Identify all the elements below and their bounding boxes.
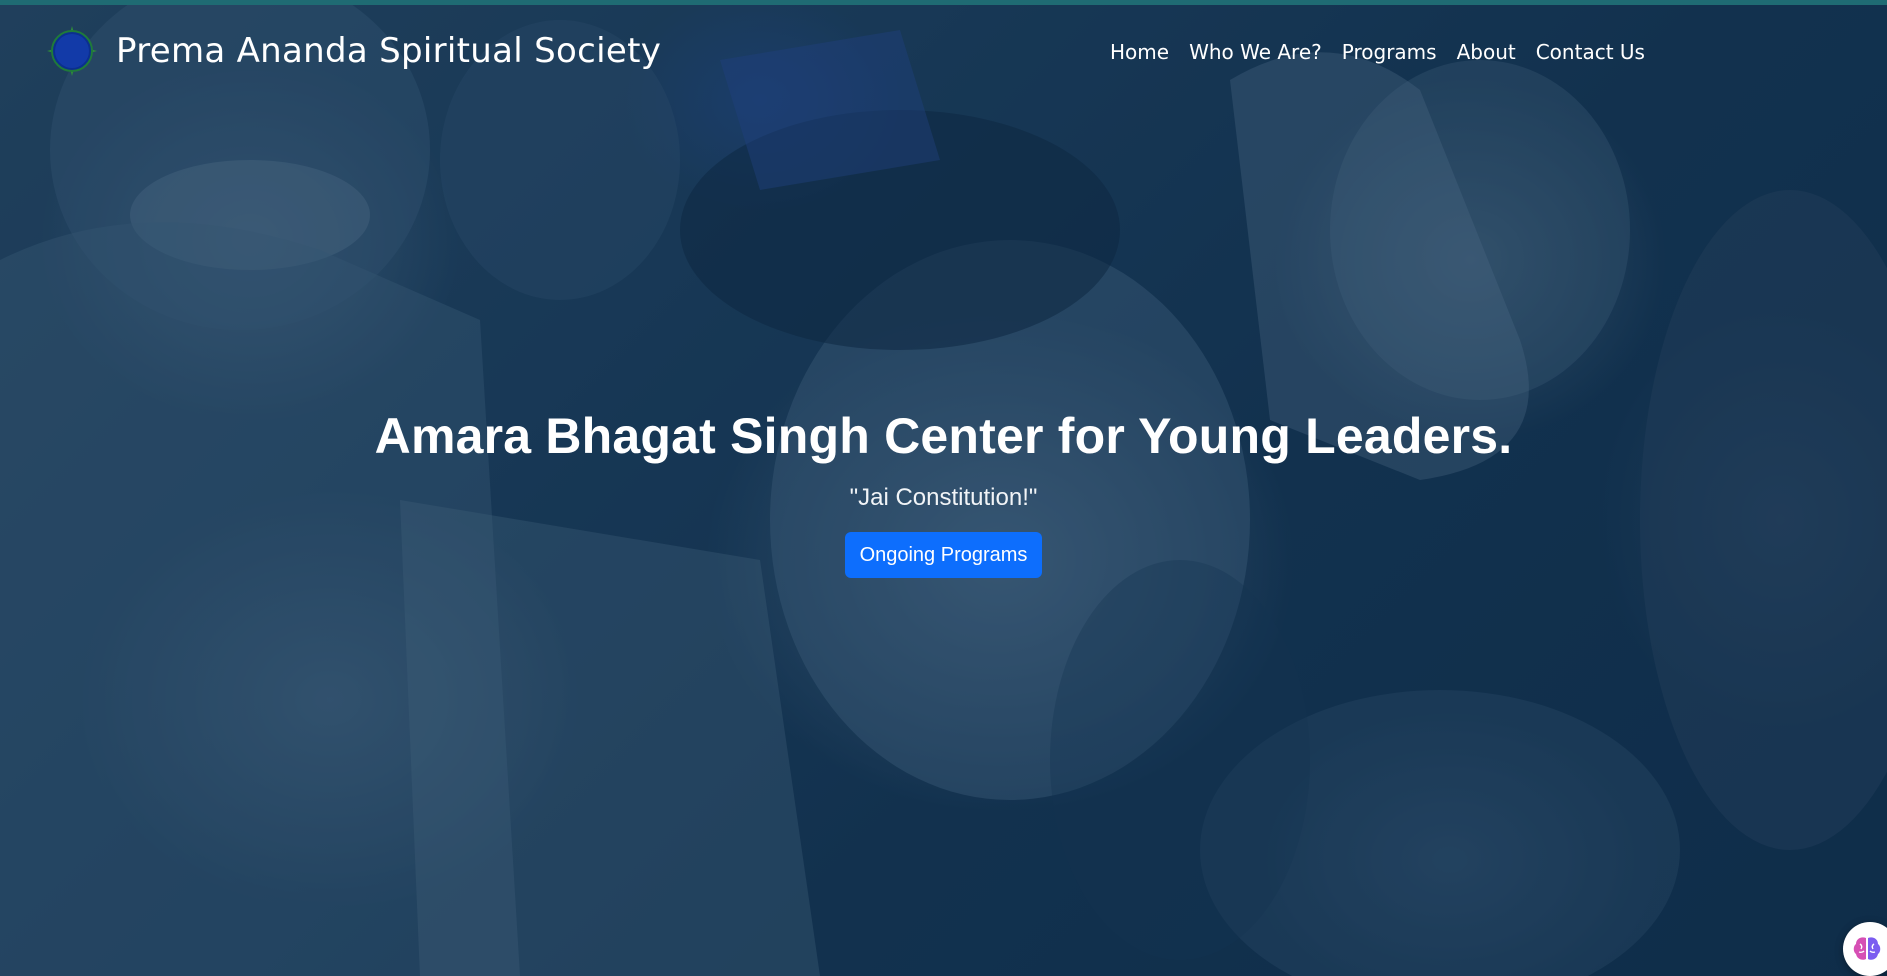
brain-icon xyxy=(1853,937,1881,960)
top-accent-strip xyxy=(0,0,1887,5)
nav-link-about[interactable]: About xyxy=(1447,40,1526,64)
hero-subtitle: "Jai Constitution!" xyxy=(849,484,1038,511)
brand-link[interactable]: Prema Ananda Spiritual Society xyxy=(44,23,661,79)
hero-section: Amara Bhagat Singh Center for Young Lead… xyxy=(0,0,1887,976)
ongoing-programs-button[interactable]: Ongoing Programs xyxy=(844,532,1043,578)
hero-title: Amara Bhagat Singh Center for Young Lead… xyxy=(374,408,1513,464)
nav-link-home[interactable]: Home xyxy=(1100,40,1179,64)
navbar: Prema Ananda Spiritual Society Home Who … xyxy=(0,5,1887,101)
brand-name: Prema Ananda Spiritual Society xyxy=(116,31,662,71)
nav-links: Home Who We Are? Programs About Contact … xyxy=(1100,40,1655,64)
nav-link-programs[interactable]: Programs xyxy=(1332,40,1447,64)
nav-link-who-we-are[interactable]: Who We Are? xyxy=(1179,40,1332,64)
nav-link-contact-us[interactable]: Contact Us xyxy=(1526,40,1655,64)
hero-content: Amara Bhagat Singh Center for Young Lead… xyxy=(0,404,1887,578)
globe-logo-icon xyxy=(47,26,97,76)
